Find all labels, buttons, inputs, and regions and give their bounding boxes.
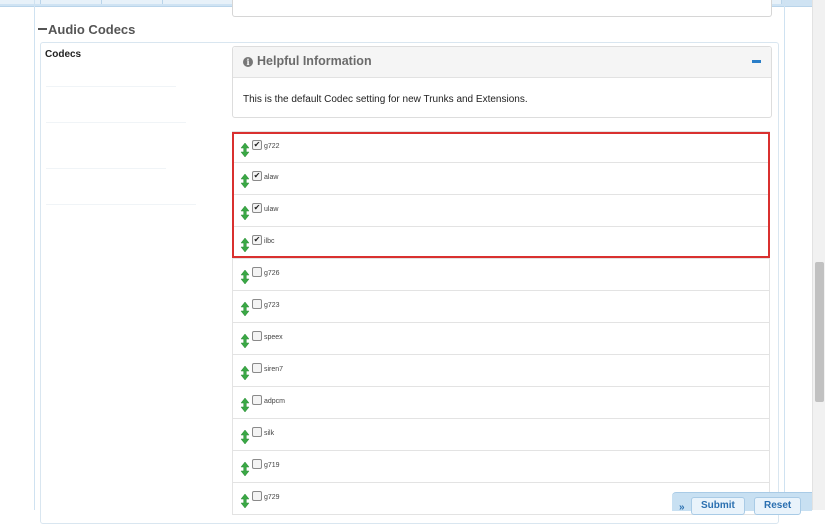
codec-item-ilbc[interactable]: ✔ ilbc — [232, 227, 770, 259]
expand-actions-icon[interactable]: » — [679, 502, 685, 513]
codec-sortable-list: ✔ g722 ✔ alaw ✔ ulaw ✔ ilbc g726 g723 speex siren7 a… — [232, 131, 770, 515]
drag-handle-icon[interactable] — [240, 493, 250, 509]
field-label-codecs: Codecs — [45, 49, 82, 60]
codec-item-g726[interactable]: g726 — [232, 259, 770, 291]
helpful-information-panel: i Helpful Information This is the defaul… — [232, 46, 772, 118]
codec-checkbox[interactable]: ✔ — [252, 171, 262, 181]
codec-checkbox[interactable] — [252, 459, 262, 469]
codec-item-siren7[interactable]: siren7 — [232, 355, 770, 387]
codec-checkbox[interactable] — [252, 331, 262, 341]
codec-checkbox[interactable] — [252, 299, 262, 309]
codec-checkbox[interactable] — [252, 395, 262, 405]
codec-name: g719 — [264, 462, 280, 469]
drag-handle-icon[interactable] — [240, 237, 250, 253]
section-title: Audio Codecs — [48, 22, 136, 37]
collapse-help-button[interactable] — [752, 60, 761, 63]
codec-checkbox[interactable] — [252, 427, 262, 437]
drag-handle-icon[interactable] — [240, 173, 250, 189]
codec-name: silk — [264, 430, 275, 437]
drag-handle-icon[interactable] — [240, 397, 250, 413]
frame-border-right — [784, 0, 785, 510]
scrollbar-thumb[interactable] — [815, 262, 824, 402]
submit-button[interactable]: Submit — [691, 497, 745, 515]
frame-border-left — [34, 0, 35, 510]
drag-handle-icon[interactable] — [240, 365, 250, 381]
drag-handle-icon[interactable] — [240, 461, 250, 477]
help-panel-title: Helpful Information — [257, 54, 372, 68]
codec-checkbox[interactable]: ✔ — [252, 140, 262, 150]
tab-segment[interactable] — [41, 0, 102, 4]
page-scrollbar[interactable] — [812, 0, 825, 510]
codec-name: ilbc — [264, 238, 275, 245]
codec-item-adpcm[interactable]: adpcm — [232, 387, 770, 419]
drag-handle-icon[interactable] — [240, 269, 250, 285]
codec-name: speex — [264, 334, 283, 341]
codec-name: g722 — [264, 143, 280, 150]
codec-item-ulaw[interactable]: ✔ ulaw — [232, 195, 770, 227]
divider — [46, 86, 176, 87]
codec-name: adpcm — [264, 398, 286, 405]
drag-handle-icon[interactable] — [240, 142, 250, 158]
collapse-minus-icon[interactable] — [38, 27, 47, 30]
codec-checkbox[interactable] — [252, 267, 262, 277]
help-panel-heading[interactable]: i Helpful Information — [233, 47, 771, 78]
codec-item-alaw[interactable]: ✔ alaw — [232, 163, 770, 195]
section-header-audio-codecs[interactable]: Audio Codecs — [38, 22, 135, 37]
tab-segment[interactable] — [102, 0, 163, 4]
drag-handle-icon[interactable] — [240, 429, 250, 445]
drag-handle-icon[interactable] — [240, 333, 250, 349]
codec-name: g726 — [264, 270, 280, 277]
codec-item-speex[interactable]: speex — [232, 323, 770, 355]
codec-item-g723[interactable]: g723 — [232, 291, 770, 323]
drag-handle-icon[interactable] — [240, 301, 250, 317]
reset-button[interactable]: Reset — [754, 497, 802, 515]
divider — [46, 204, 196, 205]
info-icon: i — [243, 57, 253, 67]
help-panel-body: This is the default Codec setting for ne… — [243, 94, 528, 105]
divider — [46, 168, 166, 169]
codec-name: alaw — [264, 174, 279, 181]
codec-name: ulaw — [264, 206, 279, 213]
codec-checkbox[interactable]: ✔ — [252, 203, 262, 213]
codec-item-g722[interactable]: ✔ g722 — [232, 131, 770, 163]
previous-field-box — [232, 0, 772, 17]
codec-checkbox[interactable] — [252, 491, 262, 501]
codec-checkbox[interactable]: ✔ — [252, 235, 262, 245]
codec-checkbox[interactable] — [252, 363, 262, 373]
codec-name: siren7 — [264, 366, 284, 373]
divider — [46, 122, 186, 123]
codec-item-silk[interactable]: silk — [232, 419, 770, 451]
action-bar: » Submit Reset — [672, 492, 812, 515]
drag-handle-icon[interactable] — [240, 205, 250, 221]
codec-name: g723 — [264, 302, 280, 309]
codec-name: g729 — [264, 494, 280, 501]
codec-item-g719[interactable]: g719 — [232, 451, 770, 483]
